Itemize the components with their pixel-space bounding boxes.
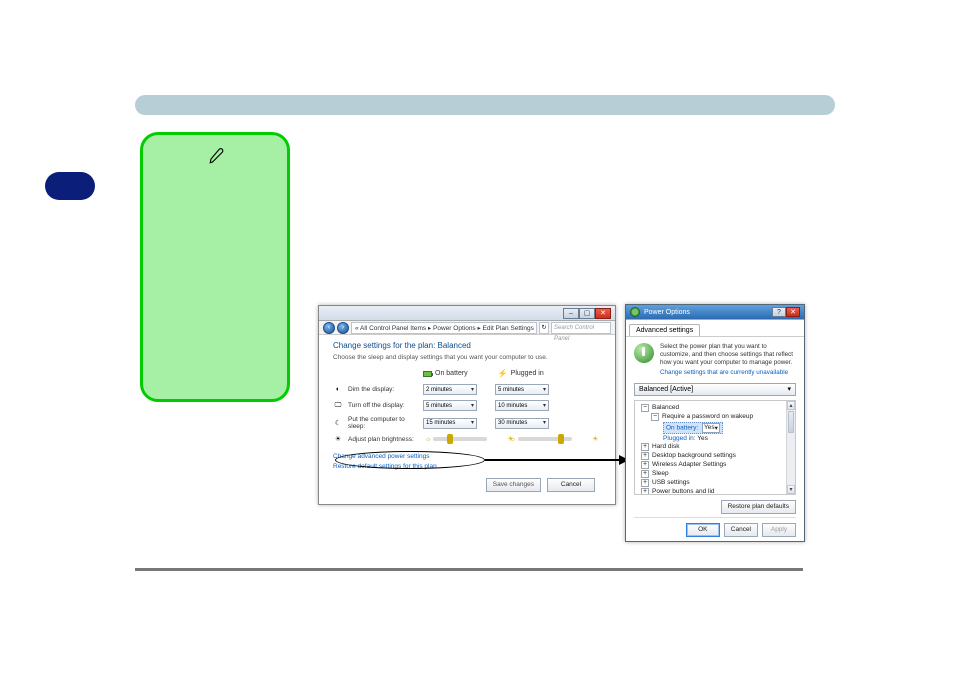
power-plan-icon [634, 343, 654, 363]
apply-button[interactable]: Apply [762, 523, 796, 537]
sun-low-icon: ☼ [425, 436, 431, 443]
cancel-button[interactable]: Cancel [724, 523, 758, 537]
titlebar: Power Options ? ✕ [626, 305, 804, 320]
brightness-label: Adjust plan brightness: [348, 436, 423, 443]
minimize-button[interactable]: – [563, 308, 579, 319]
intro-text: Select the power plan that you want to c… [660, 343, 793, 366]
row-brightness: ☀ Adjust plan brightness: ☼ ☀ ☼ ☀ [333, 435, 601, 443]
dim-plugged-dropdown[interactable]: 5 minutes▾ [495, 384, 549, 395]
scroll-down-button[interactable]: ▾ [787, 485, 795, 494]
sun-high-icon-2: ☀ [592, 435, 598, 443]
note-box [140, 132, 290, 402]
tree-hard-disk[interactable]: +Hard disk [639, 442, 793, 451]
plan-dropdown[interactable]: Balanced [Active]▾ [634, 383, 796, 396]
row-turn-off-display: 🖵 Turn off the display: 5 minutes▾ 10 mi… [333, 400, 601, 411]
off-battery-dropdown[interactable]: 5 minutes▾ [423, 400, 477, 411]
help-button[interactable]: ? [772, 307, 786, 317]
dim-battery-dropdown[interactable]: 2 minutes▾ [423, 384, 477, 395]
col-plugged-label: Plugged in [511, 370, 544, 377]
tree-on-battery[interactable]: On battery: Yes ▾ [639, 421, 793, 434]
window-title: Power Options [644, 309, 690, 316]
navbar: ‹ › « All Control Panel Items ▸ Power Op… [319, 321, 615, 335]
brightness-battery-slider[interactable] [433, 437, 487, 441]
change-unavailable-link[interactable]: Change settings that are currently unava… [660, 369, 796, 377]
back-button[interactable]: ‹ [323, 322, 335, 334]
row-sleep: ☾ Put the computer to sleep: 15 minutes▾… [333, 416, 601, 430]
settings-tree[interactable]: ▴ ▾ −Balanced −Require a password on wak… [634, 400, 796, 495]
tab-advanced-settings[interactable]: Advanced settings [629, 324, 700, 336]
side-tag [45, 172, 95, 200]
tree-power-buttons-lid[interactable]: +Power buttons and lid [639, 487, 793, 495]
power-options-icon [630, 307, 640, 317]
highlight-oval [335, 451, 485, 469]
close-button[interactable]: ✕ [595, 308, 611, 319]
scrollbar[interactable]: ▴ ▾ [786, 401, 795, 494]
power-options-dialog: Power Options ? ✕ Advanced settings Sele… [625, 304, 805, 542]
battery-icon [423, 371, 432, 377]
tree-balanced[interactable]: −Balanced [639, 403, 793, 412]
edit-plan-settings-window: – ▢ ✕ ‹ › « All Control Panel Items ▸ Po… [318, 305, 616, 505]
page-subheading: Choose the sleep and display settings th… [333, 354, 601, 361]
titlebar: – ▢ ✕ [319, 306, 615, 321]
tree-desktop-background[interactable]: +Desktop background settings [639, 451, 793, 460]
cancel-button[interactable]: Cancel [547, 478, 595, 492]
close-button[interactable]: ✕ [786, 307, 800, 317]
column-headers: On battery ⚡Plugged in [423, 369, 601, 378]
ok-button[interactable]: OK [686, 523, 720, 537]
sleep-label: Put the computer to sleep: [348, 416, 423, 430]
tree-require-password[interactable]: −Require a password on wakeup [639, 412, 793, 421]
off-label: Turn off the display: [348, 402, 423, 409]
row-dim-display: ◐ Dim the display: 2 minutes▾ 5 minutes▾ [333, 384, 601, 395]
sleep-plugged-dropdown[interactable]: 30 minutes▾ [495, 418, 549, 429]
sleep-icon: ☾ [333, 419, 343, 427]
tree-wireless-adapter[interactable]: +Wireless Adapter Settings [639, 460, 793, 469]
search-input[interactable]: Search Control Panel [551, 322, 611, 334]
tree-sleep[interactable]: +Sleep [639, 469, 793, 478]
brightness-plugged-slider[interactable] [518, 437, 572, 441]
brightness-icon: ☀ [333, 435, 343, 443]
tabstrip: Advanced settings [626, 320, 804, 337]
tree-plugged-in[interactable]: Plugged in: Yes [639, 434, 793, 442]
forward-button[interactable]: › [337, 322, 349, 334]
page-header-bar [135, 95, 835, 115]
tree-usb-settings[interactable]: +USB settings [639, 478, 793, 487]
dim-icon: ◐ [333, 386, 343, 393]
maximize-button[interactable]: ▢ [579, 308, 595, 319]
scroll-thumb[interactable] [788, 411, 794, 433]
off-plugged-dropdown[interactable]: 10 minutes▾ [495, 400, 549, 411]
refresh-button[interactable]: ↻ [539, 322, 549, 334]
dim-label: Dim the display: [348, 386, 423, 393]
sleep-battery-dropdown[interactable]: 15 minutes▾ [423, 418, 477, 429]
sun-low-icon-2: ☼ [510, 436, 516, 443]
scroll-up-button[interactable]: ▴ [787, 401, 795, 410]
arrow [485, 459, 627, 461]
display-icon: 🖵 [333, 402, 343, 410]
restore-plan-defaults-button[interactable]: Restore plan defaults [721, 500, 796, 514]
plug-icon: ⚡ [498, 369, 508, 378]
footer-rule [135, 568, 803, 571]
pen-icon [208, 147, 226, 165]
col-battery-label: On battery [435, 370, 468, 377]
save-changes-button[interactable]: Save changes [486, 478, 541, 492]
breadcrumb[interactable]: « All Control Panel Items ▸ Power Option… [351, 322, 537, 334]
